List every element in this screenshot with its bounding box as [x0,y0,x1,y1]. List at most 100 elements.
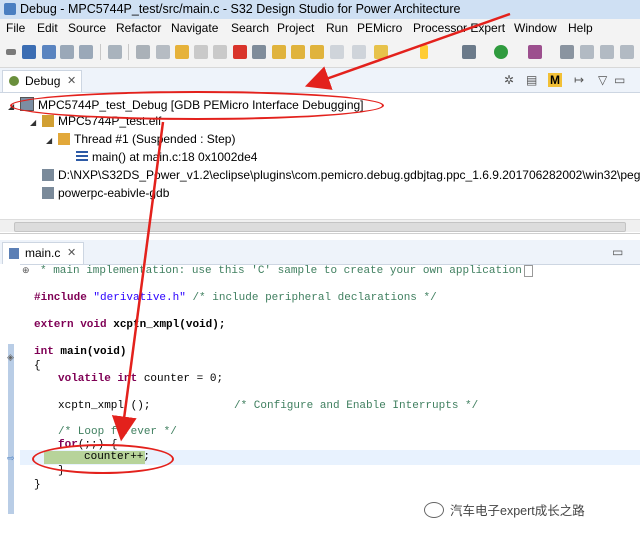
keyword: volatile int [58,373,138,385]
debug-view-tabbar: Debug ✕ ✲ ▤ M ↦ ▽ ▭ [0,68,640,93]
code-line[interactable]: volatile int counter = 0; [58,373,223,387]
terminate-icon[interactable] [233,45,247,59]
watermark: 汽车电子expert成长之路 [424,500,585,519]
scrollbar-thumb[interactable] [14,222,626,232]
settings-icon[interactable] [462,45,476,59]
debug-tool-icon[interactable] [374,45,388,59]
code-text: main(void) [60,346,127,358]
code-text: xcptn_xmpl (); [58,400,151,412]
range-indicator [8,344,14,514]
keyword: extern void [34,319,107,331]
code-line[interactable]: /* Loop forever */ [58,426,177,440]
process-icon [42,187,54,199]
tab-main-c[interactable]: main.c ✕ [2,242,84,264]
toolbar-separator [100,44,101,60]
code-line[interactable]: extern void xcptn_xmpl(void); [34,319,225,333]
new-icon[interactable] [6,49,16,55]
resume-icon[interactable] [175,45,189,59]
tree-item-frame-label: main() at main.c:18 0x1002de4 [92,150,258,164]
thread-icon [58,133,70,145]
binary-icon[interactable] [108,45,122,59]
wechat-logo-icon [424,502,444,518]
external-tools-icon[interactable] [560,45,574,59]
tree-item-gdbserver[interactable]: D:\NXP\S32DS_Power_v1.2\eclipse\plugins\… [42,168,640,184]
watermark-text: 汽车电子expert成长之路 [450,504,585,518]
pemicro-icon[interactable]: M [548,73,562,87]
menu-run[interactable]: Run [326,21,348,35]
tree-item-gdb[interactable]: powerpc-eabivle-gdb [42,186,169,202]
save-all-icon[interactable] [42,45,56,59]
step-over-icon[interactable] [291,45,305,59]
bug-icon [9,76,19,86]
code-text: } [34,479,41,491]
code-text: counter = 0; [143,373,224,385]
menu-bar: File Edit Source Refactor Navigate Searc… [0,19,640,37]
editor-tabbar: main.c ✕ ▭ [0,240,640,265]
horizontal-scrollbar[interactable] [0,219,640,232]
main-toolbar [0,37,640,68]
menu-refactor[interactable]: Refactor [116,21,161,35]
suspend-icon[interactable] [194,45,208,59]
code-line[interactable]: } [34,479,41,493]
collapse-icon[interactable]: ▤ [526,73,537,87]
debug-icon[interactable] [528,45,542,59]
folded-block-icon[interactable] [523,265,534,277]
code-text: { [34,360,41,372]
instruction-stepping-icon[interactable] [352,45,366,59]
forward-icon[interactable] [620,45,634,59]
menu-pemicro[interactable]: PEMicro [357,21,402,35]
comment-text: /* include peripheral declarations */ [192,292,437,304]
menu-help[interactable]: Help [568,21,593,35]
menu-navigate[interactable]: Navigate [171,21,218,35]
step-return-icon[interactable] [310,45,324,59]
fold-icon[interactable]: ⊕ [22,265,30,276]
tab-debug[interactable]: Debug ✕ [2,70,82,92]
view-menu-icon[interactable]: ▽ [598,73,607,87]
code-line[interactable]: int main(void) [34,346,126,360]
menu-processor-expert[interactable]: Processor Expert [413,21,505,35]
copy-icon[interactable] [79,45,93,59]
minimize-icon[interactable]: ▭ [612,245,623,259]
close-icon[interactable]: ✕ [67,246,76,259]
process-icon [42,169,54,181]
print-icon[interactable] [60,45,74,59]
code-line[interactable]: { [34,360,41,374]
code-line[interactable]: #include "derivative.h" /* include perip… [34,292,437,306]
override-marker-icon: ◈ [7,352,14,362]
c-file-icon [9,248,19,259]
drop-to-frame-icon[interactable] [330,45,344,59]
collapse-arrow-icon[interactable]: ◢ [30,118,42,127]
code-editor: main.c ✕ ▭ ◈ ⇨ ⊕ * main implementation: … [0,240,640,537]
code-line[interactable]: * main implementation: use this 'C' samp… [40,265,534,279]
search-icon[interactable] [580,45,594,59]
skip-breakpoints-icon[interactable] [136,45,150,59]
menu-file[interactable]: File [6,21,25,35]
comment-text: /* Configure and Enable Interrupts */ [234,400,479,412]
collapse-arrow-icon[interactable]: ◢ [46,136,58,145]
close-icon[interactable]: ✕ [67,74,76,87]
app-icon [4,3,16,15]
comment-text: /* Loop forever */ [58,426,177,438]
lightning-icon[interactable] [420,45,428,59]
tree-item-thread[interactable]: ◢ Thread #1 (Suspended : Step) [46,132,235,148]
menu-source[interactable]: Source [68,21,106,35]
menu-project[interactable]: Project [277,21,314,35]
disconnect-icon[interactable] [252,45,266,59]
pause-icon[interactable] [213,45,227,59]
step-into-icon[interactable] [272,45,286,59]
tree-item-frame[interactable]: main() at main.c:18 0x1002de4 [76,150,257,166]
navigate-icon[interactable] [600,45,614,59]
menu-window[interactable]: Window [514,21,557,35]
tab-main-c-label: main.c [25,246,61,260]
step-filter-icon[interactable]: ↦ [574,73,584,87]
remove-launches-icon[interactable]: ✲ [504,73,514,87]
code-line[interactable]: xcptn_xmpl (); /* Configure and Enable In… [58,400,478,414]
menu-edit[interactable]: Edit [37,21,58,35]
step-icon[interactable] [156,45,170,59]
run-icon[interactable] [494,45,508,59]
minimize-icon[interactable]: ▭ [614,73,625,87]
tree-item-thread-label: Thread #1 (Suspended : Step) [74,132,236,146]
save-icon[interactable] [22,45,36,59]
menu-search[interactable]: Search [231,21,269,35]
tab-debug-label: Debug [25,74,61,88]
